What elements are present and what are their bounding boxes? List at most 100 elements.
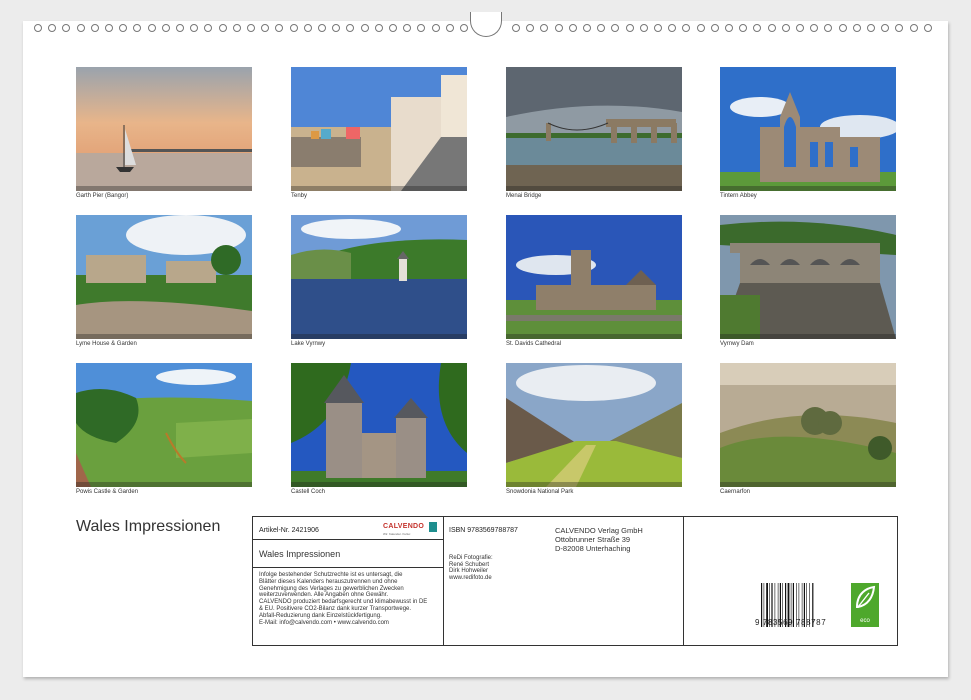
binding-hole bbox=[374, 24, 383, 32]
binding-hole bbox=[923, 24, 932, 32]
binding-hole bbox=[204, 24, 213, 32]
photo-caption: Lyme House & Garden bbox=[76, 341, 137, 347]
binding-hole bbox=[568, 24, 577, 32]
binding-hole bbox=[909, 24, 918, 32]
photo-caption: Tenby bbox=[291, 193, 308, 199]
binding-hole bbox=[512, 24, 520, 32]
binding-hole bbox=[852, 24, 861, 32]
landscape-photo-icon bbox=[506, 215, 682, 339]
binding-hole bbox=[34, 24, 42, 32]
photo-strip bbox=[506, 186, 682, 191]
binding-hole bbox=[625, 24, 634, 32]
binding-hole bbox=[346, 24, 355, 32]
photo-image bbox=[76, 215, 252, 339]
photo-strip bbox=[720, 334, 896, 339]
legal-line: E-Mail: info@calvendo.com • www.calvendo… bbox=[259, 619, 389, 626]
binding-hole bbox=[133, 24, 142, 32]
info-calendar-title: Wales Impressionen bbox=[259, 549, 341, 559]
binding-hole bbox=[526, 24, 535, 32]
binding-hole bbox=[62, 24, 71, 32]
info-column-right: 9 783569 788787 eco bbox=[683, 517, 897, 645]
binding-hole bbox=[403, 24, 412, 32]
binding-hole bbox=[725, 24, 733, 32]
photo-credits: ReDi Fotografie: René Schubert Dirk Hohw… bbox=[449, 555, 493, 581]
eco-badge: eco bbox=[851, 583, 879, 627]
binding-hole bbox=[332, 24, 341, 32]
binding-hole bbox=[639, 24, 648, 32]
photo-image bbox=[506, 215, 682, 339]
landscape-photo-icon bbox=[720, 67, 896, 191]
binding-hole bbox=[540, 24, 549, 32]
landscape-photo-icon bbox=[291, 215, 467, 339]
photo-caption: Caernarfon bbox=[720, 489, 751, 495]
binding-hole bbox=[247, 24, 255, 32]
binding-hole bbox=[76, 24, 85, 32]
photo-strip bbox=[291, 186, 467, 191]
binding-hole bbox=[445, 24, 454, 32]
legal-line: Infolge bestehender Schutzrechte ist es … bbox=[259, 572, 403, 578]
isbn: ISBN 9783569788787 bbox=[449, 527, 518, 534]
publisher-address: CALVENDO Verlag GmbH Ottobrunner Straße … bbox=[555, 526, 643, 553]
photo-image bbox=[720, 363, 896, 487]
binding-hole bbox=[176, 24, 184, 32]
binding-hole bbox=[682, 24, 691, 32]
photo-image bbox=[76, 363, 252, 487]
binding-hole bbox=[275, 24, 284, 32]
leaf-icon bbox=[855, 585, 876, 608]
photo-caption: Lake Vyrnwy bbox=[291, 341, 326, 347]
binding-hole bbox=[696, 24, 705, 32]
photo-tile: St. Davids Cathedral bbox=[506, 215, 682, 355]
legal-line: CALVENDO produziert bedarfsgerecht und k… bbox=[259, 599, 428, 606]
binding-hole bbox=[119, 24, 128, 32]
photo-tile: Caernarfon bbox=[720, 363, 896, 503]
legal-notice: Infolge bestehender Schutzrechte ist es … bbox=[259, 572, 441, 626]
landscape-photo-icon bbox=[76, 67, 252, 191]
binding-hole bbox=[611, 24, 620, 32]
eco-label: eco bbox=[860, 618, 870, 624]
photo-caption: Garth Pier (Bangor) bbox=[76, 193, 129, 199]
logo-tagline: Wir. Kalender. Kultur. bbox=[383, 532, 412, 536]
binding-hole bbox=[105, 24, 113, 32]
photo-strip bbox=[76, 334, 252, 339]
binding-hole bbox=[360, 24, 369, 32]
binding-hole bbox=[710, 24, 719, 32]
barcode-number: 9 783569 788787 bbox=[755, 618, 827, 627]
credit-line: ReDi Fotografie: bbox=[449, 555, 493, 561]
credit-line: www.redifoto.de bbox=[449, 574, 492, 581]
photo-strip bbox=[76, 482, 252, 487]
binding-hole bbox=[48, 24, 57, 32]
binding-hole bbox=[654, 24, 662, 32]
info-column-middle: ISBN 9783569788787 ReDi Fotografie: René… bbox=[443, 517, 684, 645]
photo-image bbox=[720, 215, 896, 339]
photo-tile: Tintern Abbey bbox=[720, 67, 896, 207]
binding-hole bbox=[895, 24, 904, 32]
publisher-line: D-82008 Unterhaching bbox=[555, 544, 631, 553]
photo-tile: Lake Vyrnwy bbox=[291, 215, 467, 355]
publisher-line: Ottobrunner Straße 39 bbox=[555, 535, 631, 544]
binding-hole bbox=[767, 24, 776, 32]
landscape-photo-icon bbox=[291, 67, 467, 191]
photo-tile: Snowdonia National Park bbox=[506, 363, 682, 503]
logo-text: CALVENDO bbox=[383, 523, 425, 530]
binding-hole bbox=[824, 24, 833, 32]
photo-image bbox=[291, 215, 467, 339]
landscape-photo-icon bbox=[506, 363, 682, 487]
photo-caption: Castell Coch bbox=[291, 489, 326, 495]
binding-hole bbox=[583, 24, 591, 32]
binding-hole bbox=[90, 24, 99, 32]
legal-line: Blätter dieses Kalenders herauszutrennen… bbox=[259, 578, 398, 585]
photo-tile: Castell Coch bbox=[291, 363, 467, 503]
binding-hole bbox=[810, 24, 819, 32]
photo-strip bbox=[76, 186, 252, 191]
landscape-photo-icon bbox=[720, 215, 896, 339]
photo-caption: Powis Castle & Garden bbox=[76, 489, 139, 495]
binding-hole bbox=[460, 24, 468, 32]
legal-line: Abfall-Reduzierung dank Einzelstückferti… bbox=[259, 612, 382, 619]
binding-hole bbox=[232, 24, 241, 32]
binding-hole bbox=[190, 24, 199, 32]
landscape-photo-icon bbox=[506, 67, 682, 191]
photo-image bbox=[291, 67, 467, 191]
photo-strip bbox=[506, 334, 682, 339]
photo-tile: Vyrnwy Dam bbox=[720, 215, 896, 355]
calvendo-logo: CALVENDO Wir. Kalender. Kultur. bbox=[383, 521, 437, 539]
